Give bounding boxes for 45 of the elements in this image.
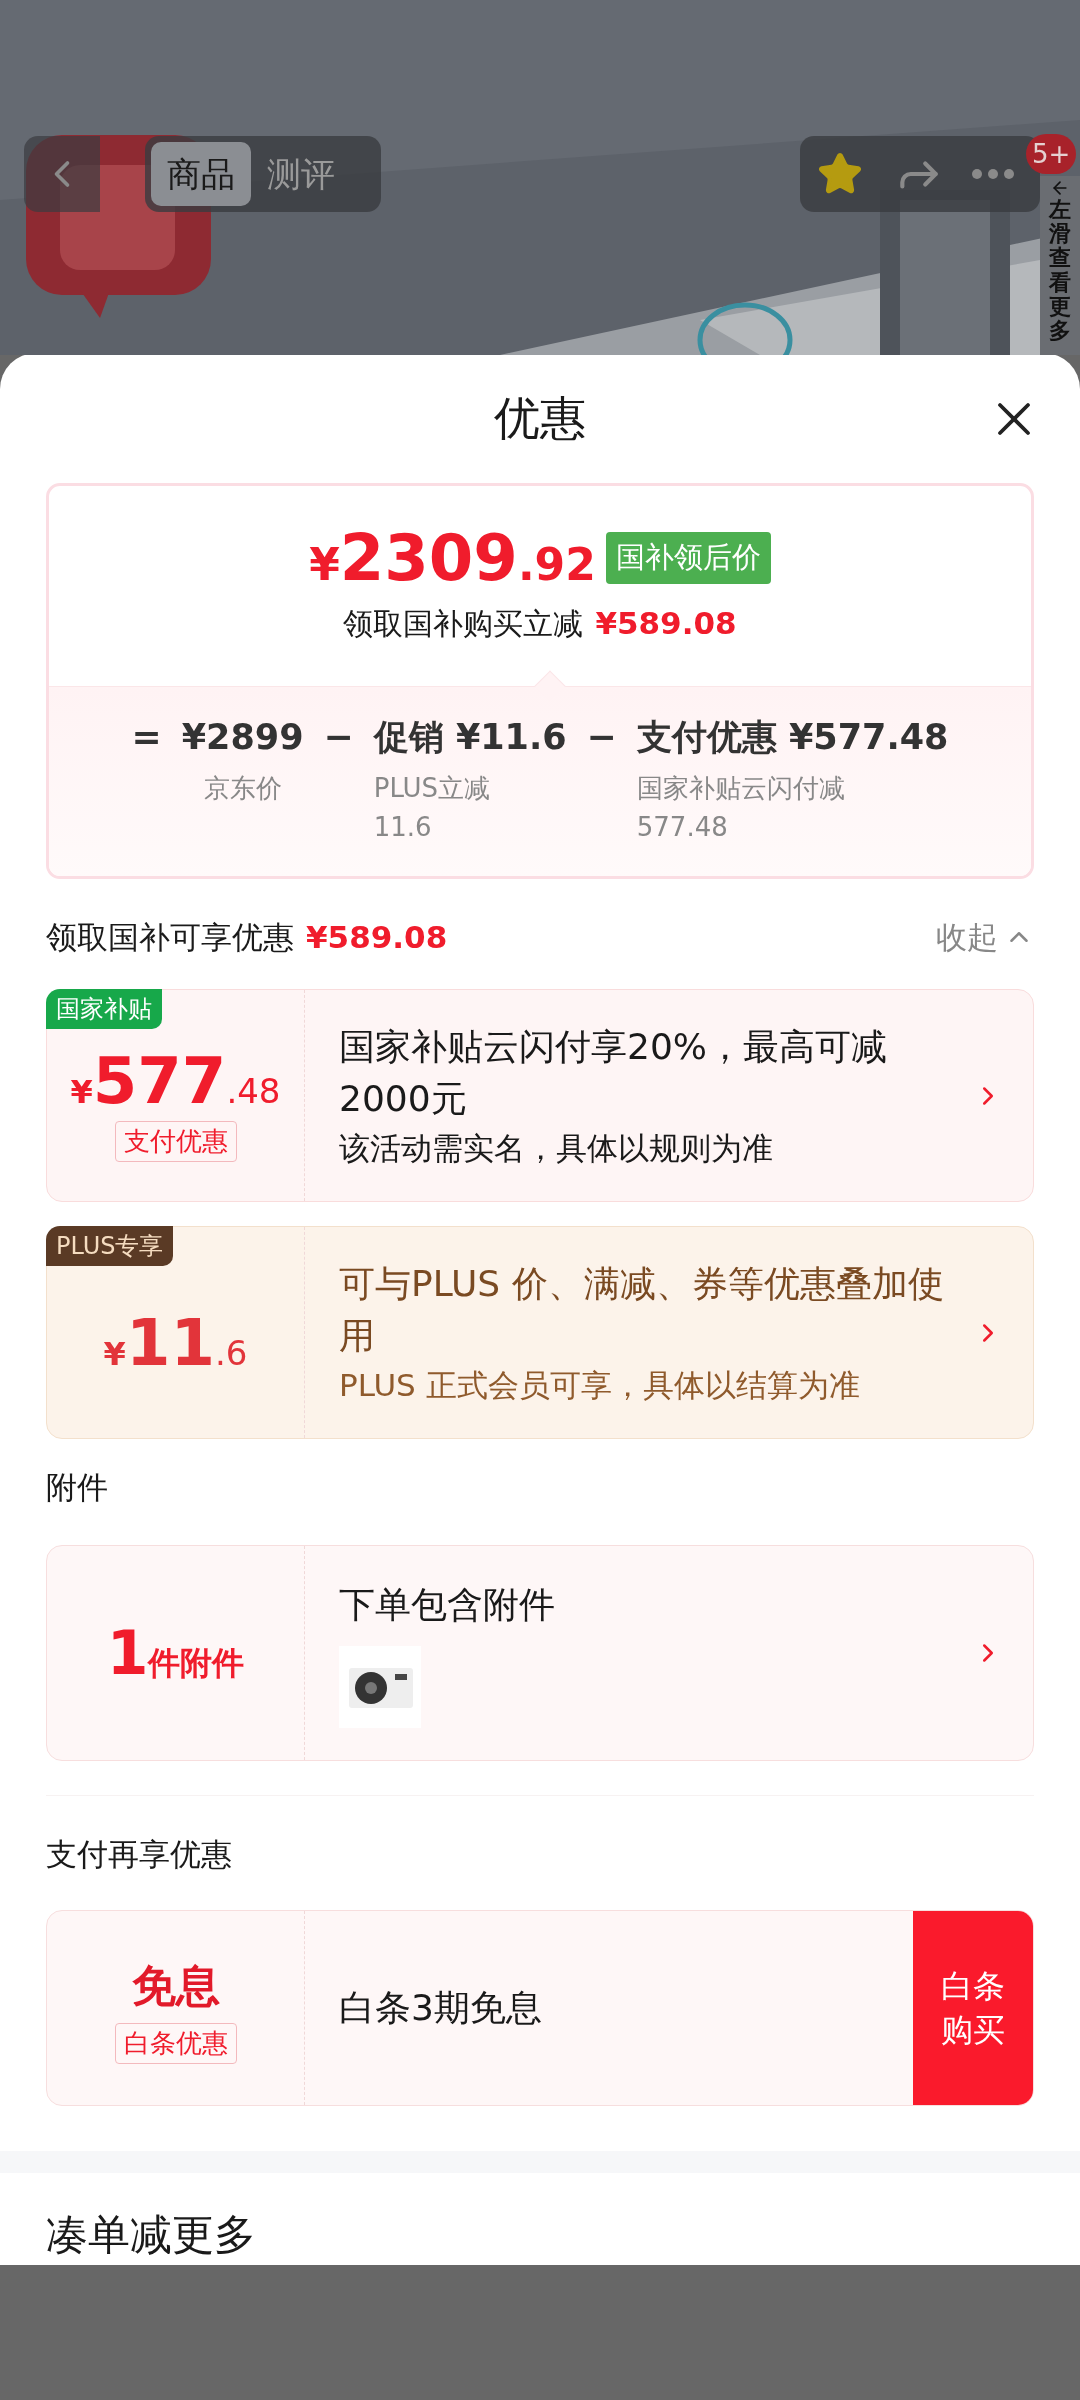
payment-offer-main: 免息 [131, 1958, 220, 2013]
offer-title: 国家补贴云闪付享20%，最高可减2000元 [339, 1024, 888, 1121]
section-heading: 凑单减更多 [46, 2209, 257, 2261]
payment-offer-text: 白条3期免息 [339, 1986, 542, 2030]
accessory-count: 1件附件 [106, 1617, 245, 1690]
tab[interactable]: 商品 [151, 142, 251, 206]
breakdown-detail: 577.48 [636, 811, 728, 844]
breakdown-value: ¥2899 [181, 716, 304, 759]
accessory-text: 下单包含附件 [339, 1583, 556, 1627]
offer-card[interactable]: 国家补贴 ¥577.48 支付优惠 国家补贴云闪付享20%，最高可减2000元 该活动需实名，具体以规则为准 [46, 989, 1034, 1202]
saving-label: 领取国补购买立减 [343, 604, 584, 643]
saving-amount: ¥589.08 [595, 603, 737, 643]
buy-button[interactable]: 白条购买 [913, 1911, 1033, 2105]
operator: − [586, 715, 617, 759]
offer-type-tag: 支付优惠 [114, 1121, 237, 1162]
breakdown-label: 国家补贴云闪付减 [636, 772, 845, 805]
breakdown-label: 京东价 [203, 772, 282, 805]
back-button[interactable] [24, 136, 100, 212]
breakdown-detail: 11.6 [373, 811, 432, 844]
operator: = [131, 715, 162, 759]
section-amount: ¥589.08 [306, 917, 448, 957]
accessory-card[interactable]: 1件附件 下单包含附件 [46, 1545, 1034, 1761]
sheet-title: 优惠 [494, 389, 586, 447]
breakdown-value: 促销 ¥11.6 [373, 716, 567, 759]
collapse-toggle[interactable]: 收起 [936, 913, 1034, 961]
offer-tag: 国家补贴 [46, 989, 162, 1029]
tab[interactable]: 测评 [251, 142, 351, 206]
offer-card[interactable]: PLUS专享 ¥11.6 可与PLUS 价、满减、券等优惠叠加使用 PLUS 正式会员可享，具体以结算为准 [46, 1226, 1034, 1439]
offer-tag: PLUS专享 [46, 1226, 174, 1266]
offer-title: 可与PLUS 价、满减、券等优惠叠加使用 [339, 1261, 945, 1358]
section-title: 支付再享优惠 [46, 1835, 233, 1874]
breakdown-label: PLUS立减 [373, 772, 491, 805]
final-price: ¥2309.92 [309, 525, 596, 590]
section-title: 附件 [46, 1468, 109, 1507]
offer-description: 该活动需实名，具体以规则为准 [339, 1128, 774, 1168]
side-hint-tab[interactable]: 左滑查看更多 [1040, 176, 1080, 355]
breakdown-value: 支付优惠 ¥577.48 [636, 716, 949, 759]
offer-type-tag: 白条优惠 [114, 2022, 237, 2064]
operator: − [323, 715, 354, 759]
side-hint: 左滑查看更多 [1049, 198, 1071, 344]
offer-amount: ¥11.6 [103, 1310, 248, 1375]
section-title: 领取国补可享优惠 [46, 917, 294, 957]
offer-description: PLUS 正式会员可享，具体以结算为准 [339, 1365, 861, 1405]
price-tag: 国补领后价 [605, 532, 771, 584]
offer-amount: ¥577.48 [70, 1049, 281, 1113]
